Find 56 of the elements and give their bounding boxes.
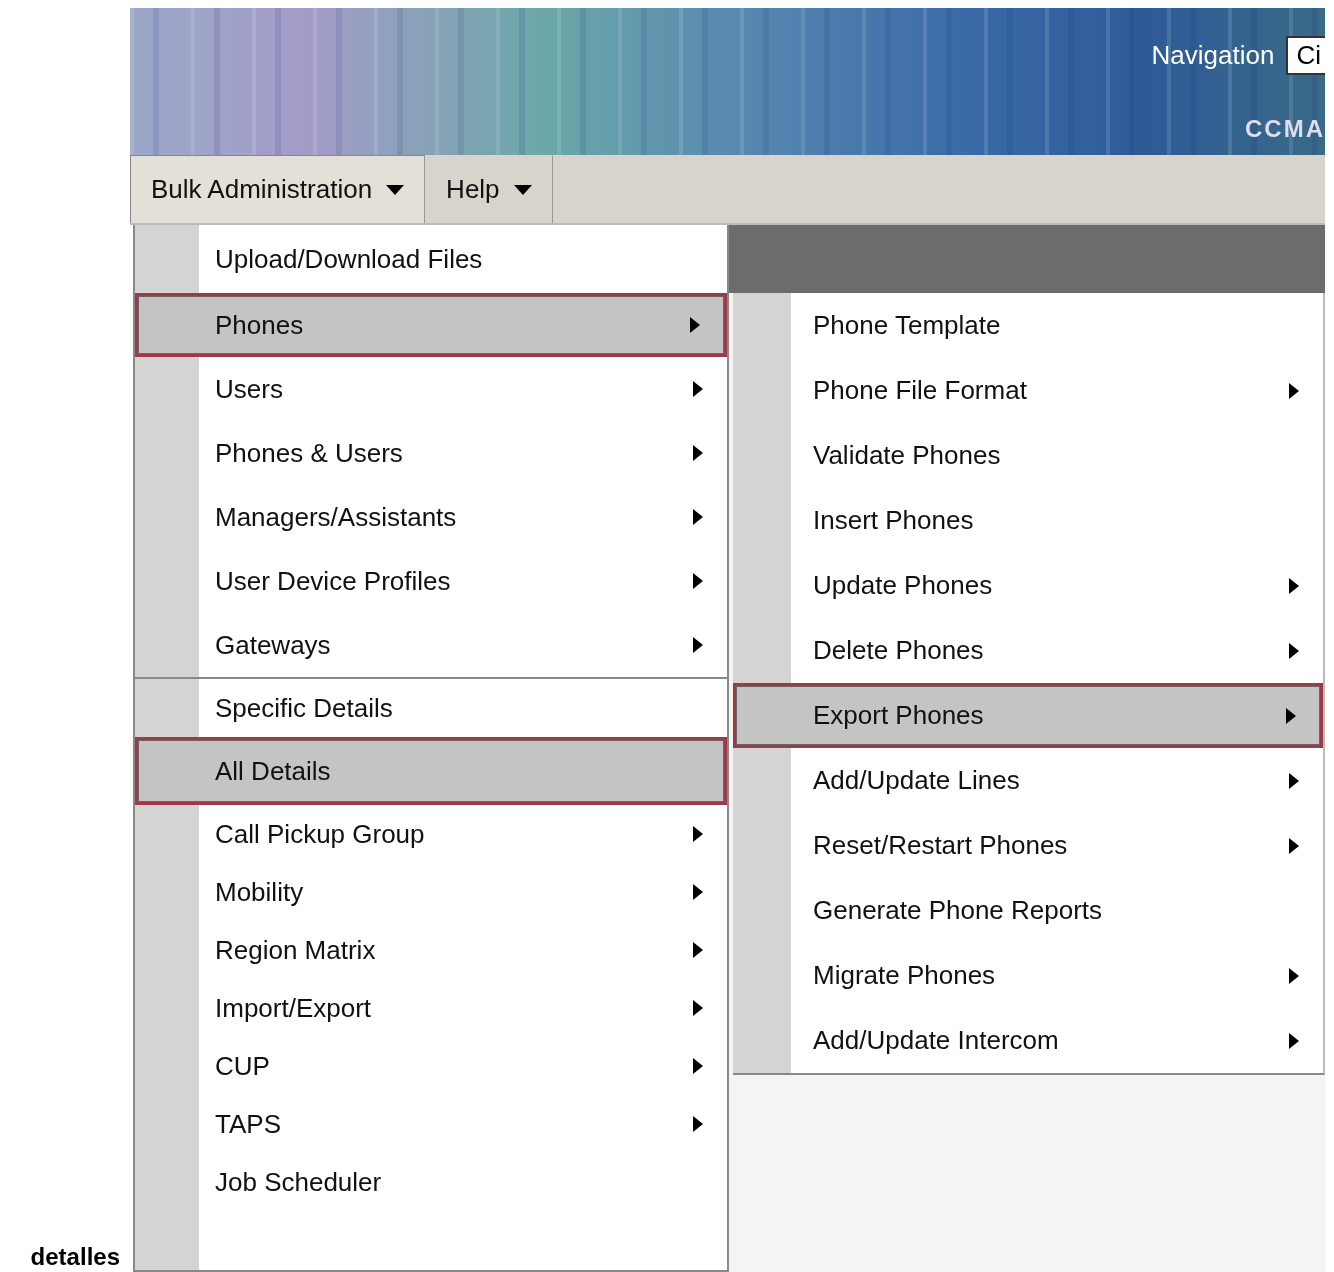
- submenu-arrow-icon: [693, 1058, 703, 1074]
- product-name: CCMA: [1245, 115, 1325, 143]
- submenu-arrow-icon: [1289, 837, 1299, 854]
- submenu-arrow-icon: [693, 637, 703, 653]
- menu-item[interactable]: Migrate Phones: [733, 943, 1323, 1008]
- navigation-label: Navigation: [1151, 40, 1275, 71]
- menu-item[interactable]: Phones: [135, 293, 727, 357]
- caret-icon: [513, 184, 532, 195]
- caption: detalles: [30, 1244, 120, 1270]
- submenu-arrow-icon: [693, 381, 703, 397]
- submenu-arrow-icon: [693, 884, 703, 900]
- submenu-arrow-icon: [693, 826, 703, 842]
- menu-item[interactable]: CUP: [135, 1037, 727, 1095]
- submenu-arrow-icon: [1289, 642, 1299, 659]
- submenu-arrow-icon: [693, 445, 703, 461]
- menu-item[interactable]: TAPS: [135, 1095, 727, 1153]
- menu-item[interactable]: Region Matrix: [135, 921, 727, 979]
- menu-item[interactable]: Export Phones: [733, 683, 1323, 748]
- navigation-select[interactable]: Ci: [1286, 36, 1325, 75]
- submenu-arrow-icon: [693, 1000, 703, 1016]
- submenu-arrow-icon: [693, 509, 703, 525]
- menu-item[interactable]: User Device Profiles: [135, 549, 727, 613]
- submenu-arrow-icon: [1289, 1032, 1299, 1049]
- menu-item[interactable]: Update Phones: [733, 553, 1323, 618]
- menu-item[interactable]: Add/Update Intercom: [733, 1008, 1323, 1073]
- menu-item[interactable]: Call Pickup Group: [135, 805, 727, 863]
- menu-bar-item[interactable]: Help: [425, 155, 553, 223]
- menu-item[interactable]: Specific Details: [135, 679, 727, 737]
- menu-item[interactable]: Phone Template: [733, 293, 1323, 358]
- menu-item[interactable]: Job Scheduler: [135, 1153, 727, 1211]
- menu-item[interactable]: Phones & Users: [135, 421, 727, 485]
- submenu-arrow-icon: [693, 1116, 703, 1132]
- menu-item[interactable]: Delete Phones: [733, 618, 1323, 683]
- menu-item[interactable]: Managers/Assistants: [135, 485, 727, 549]
- submenu-arrow-icon: [1289, 577, 1299, 594]
- submenu-arrow-icon: [1289, 967, 1299, 984]
- caret-icon: [386, 184, 405, 195]
- menu-item[interactable]: Mobility: [135, 863, 727, 921]
- menu-item[interactable]: Gateways: [135, 613, 727, 677]
- submenu-arrow-icon: [1289, 772, 1299, 789]
- menu-item[interactable]: All Details: [135, 737, 727, 805]
- submenu-arrow-icon: [690, 317, 700, 333]
- menu-item[interactable]: Phone File Format: [733, 358, 1323, 423]
- menu-item[interactable]: Reset/Restart Phones: [733, 813, 1323, 878]
- submenu-arrow-icon: [1289, 382, 1299, 399]
- menu-item[interactable]: Add/Update Lines: [733, 748, 1323, 813]
- menu-bar-item[interactable]: Bulk Administration: [130, 155, 426, 223]
- submenu-arrow-icon: [693, 942, 703, 958]
- menu-item[interactable]: Insert Phones: [733, 488, 1323, 553]
- menu-item[interactable]: Import/Export: [135, 979, 727, 1037]
- menu-item[interactable]: Validate Phones: [733, 423, 1323, 488]
- menu-item[interactable]: Users: [135, 357, 727, 421]
- submenu-arrow-icon: [693, 573, 703, 589]
- menu-item[interactable]: Upload/Download Files: [135, 225, 727, 293]
- menu-item[interactable]: Generate Phone Reports: [733, 878, 1323, 943]
- submenu-arrow-icon: [1286, 707, 1296, 724]
